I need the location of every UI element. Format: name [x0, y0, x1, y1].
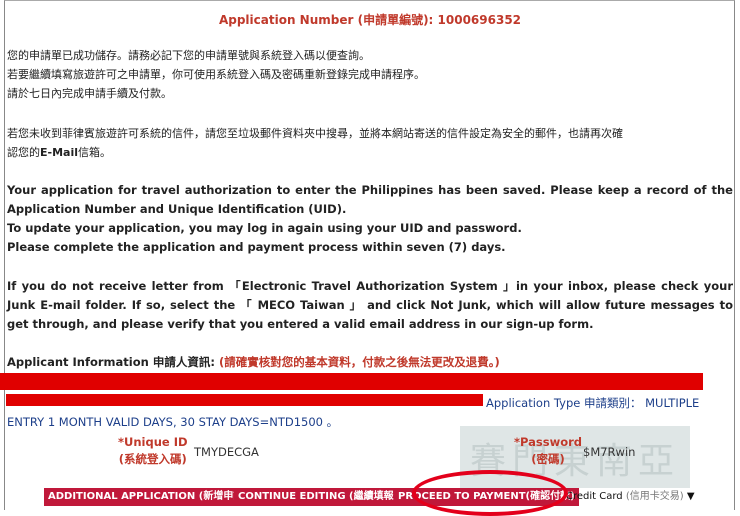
en-update-line: To update your application, you may log … [7, 221, 522, 235]
applicant-information: Applicant Information 申請人資訊: (請確實核對您的基本資… [7, 353, 733, 372]
uid-value: TMYDECGA [194, 445, 259, 459]
password-label: *Password (密碼) [514, 435, 583, 466]
zh-saved-line-1: 您的申請單已成功儲存。請務必記下您的申請單號與系統登入碼以便查詢。 [7, 49, 370, 62]
applicant-info-label: Applicant Information 申請人資訊: [7, 355, 219, 369]
payment-method-selected-zh: (信用卡交易) [625, 491, 684, 502]
payment-method-select[interactable]: Credit Card (信用卡交易) ▼ [566, 488, 695, 506]
proceed-to-payment-button[interactable]: PROCEED TO PAYMENT(確認付款) [394, 488, 579, 506]
payment-method-selected: Credit Card [566, 491, 623, 502]
application-type: Application Type 申請類別： MULTIPLE [486, 396, 700, 410]
redacted-applicant-details [6, 394, 483, 406]
en-junk-message: If you do not receive letter from 「Elect… [7, 279, 733, 331]
password-value: $M7Rwin [583, 445, 636, 459]
zh-junk-line-2: 認您的E-Mail信箱。 [7, 146, 111, 159]
chevron-down-icon: ▼ [686, 491, 695, 502]
zh-saved-message: 您的申請單已成功儲存。請務必記下您的申請單號與系統登入碼以便查詢。 若要繼續填寫… [7, 46, 733, 103]
zh-junk-message: 若您未收到菲律賓旅遊許可系統的信件，請您至垃圾郵件資料夾中搜尋，並將本網站寄送的… [7, 124, 733, 162]
zh-junk-line-1: 若您未收到菲律賓旅遊許可系統的信件，請您至垃圾郵件資料夾中搜尋，並將本網站寄送的… [7, 127, 623, 140]
en-saved-message: Your application for travel authorizatio… [7, 181, 733, 257]
en-saved-line: Your application for travel authorizatio… [7, 183, 733, 216]
redacted-applicant-name [0, 373, 703, 390]
application-number-title: Application Number (申請單編號): 1000696352 [218, 13, 522, 27]
additional-application-button[interactable]: ADDITIONAL APPLICATION (新增申請) [44, 488, 252, 506]
uid-label: *Unique ID (系統登入碼) [118, 435, 188, 466]
application-type-detail: ENTRY 1 MONTH VALID DAYS, 30 STAY DAYS=N… [7, 415, 339, 429]
zh-saved-line-2: 若要繼續填寫旅遊許可之申請單，你可使用系統登入碼及密碼重新登錄完成申請程序。 [7, 68, 425, 81]
continue-editing-button[interactable]: CONTINUE EDITING (繼續填報) [234, 488, 403, 506]
en-complete-line: Please complete the application and paym… [7, 240, 506, 254]
zh-saved-line-3: 請於七日內完成申請手續及付款。 [7, 87, 172, 100]
applicant-info-note: (請確實核對您的基本資料，付款之後無法更改及退費。) [218, 355, 500, 369]
